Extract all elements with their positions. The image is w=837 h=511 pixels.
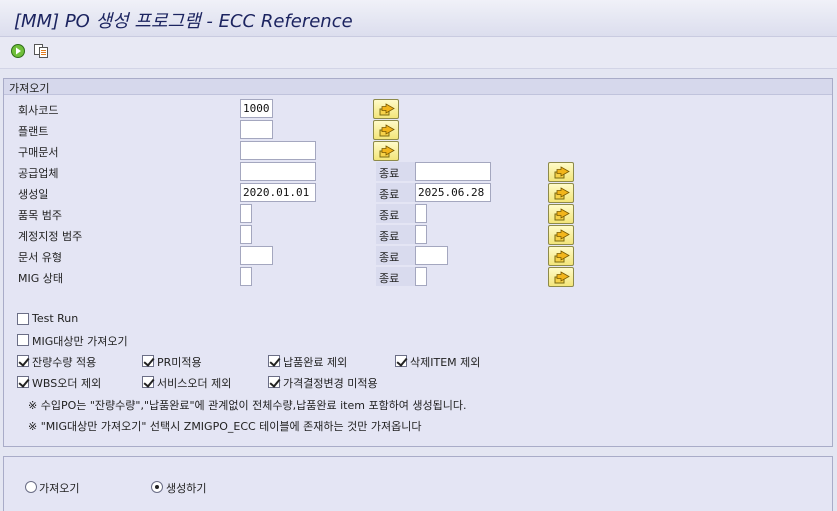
- remaining-qty-checkbox[interactable]: [17, 355, 29, 367]
- application-toolbar: [0, 37, 837, 69]
- mig-status-from-field[interactable]: [240, 267, 252, 286]
- create-radio[interactable]: [151, 481, 163, 493]
- field-label: 문서 유형: [18, 251, 62, 264]
- variant-icon[interactable]: [33, 43, 51, 61]
- exclude-delivered-checkbox[interactable]: [268, 355, 280, 367]
- document-type-from-field[interactable]: [240, 246, 273, 265]
- row-account-assignment: 계정지정 범주 종료: [4, 225, 832, 245]
- multiple-selection-button[interactable]: [373, 120, 399, 140]
- exclude-service-order-label: 서비스오더 제외: [157, 377, 232, 390]
- row-company-code: 회사코드 1000: [4, 99, 832, 119]
- test-run-label: Test Run: [32, 312, 79, 325]
- created-on-to-field[interactable]: 2025.06.28: [415, 183, 491, 202]
- vendor-to-field[interactable]: [415, 162, 491, 181]
- field-label: 구매문서: [18, 146, 59, 159]
- field-label: MIG 상태: [18, 272, 63, 285]
- mig-only-label: MIG대상만 가져오기: [32, 335, 128, 348]
- remaining-qty-label: 잔량수량 적용: [32, 356, 97, 369]
- row-document-type: 문서 유형 종료: [4, 246, 832, 266]
- fetch-radio[interactable]: [25, 481, 37, 493]
- selection-group: 가져오기 회사코드 1000 플랜트 구매문서 공급업체 종료 생성일 2020…: [3, 78, 833, 447]
- exclude-deleted-item-checkbox[interactable]: [395, 355, 407, 367]
- note-mig-only: ※ "MIG대상만 가져오기" 선택시 ZMIGPO_ECC 테이블에 존재하는…: [28, 420, 422, 433]
- create-radio-label: 생성하기: [166, 482, 207, 495]
- vendor-from-field[interactable]: [240, 162, 316, 181]
- row-plant: 플랜트: [4, 120, 832, 140]
- row-vendor: 공급업체 종료: [4, 162, 832, 182]
- exclude-wbs-order-label: WBS오더 제외: [32, 377, 102, 390]
- multiple-selection-button[interactable]: [548, 246, 574, 266]
- price-change-not-applied-label: 가격결정변경 미적용: [283, 377, 378, 390]
- to-label: 종료: [376, 183, 416, 202]
- multiple-selection-button[interactable]: [548, 162, 574, 182]
- purchasing-document-field[interactable]: [240, 141, 316, 160]
- row-mig-status: MIG 상태 종료: [4, 267, 832, 287]
- multiple-selection-button[interactable]: [548, 204, 574, 224]
- to-label: 종료: [376, 246, 416, 265]
- field-label: 회사코드: [18, 104, 59, 117]
- multiple-selection-button[interactable]: [548, 225, 574, 245]
- multiple-selection-button[interactable]: [548, 183, 574, 203]
- row-created-on: 생성일 2020.01.01 종료 2025.06.28: [4, 183, 832, 203]
- to-label: 종료: [376, 267, 416, 286]
- field-label: 품목 범주: [18, 209, 62, 222]
- multiple-selection-button[interactable]: [373, 141, 399, 161]
- field-label: 생성일: [18, 188, 49, 201]
- multiple-selection-button[interactable]: [373, 99, 399, 119]
- exclude-service-order-checkbox[interactable]: [142, 376, 154, 388]
- company-code-field[interactable]: 1000: [240, 99, 273, 118]
- item-category-to-field[interactable]: [415, 204, 427, 223]
- page-title: [MM] PO 생성 프로그램 - ECC Reference: [14, 11, 353, 32]
- mig-only-checkbox[interactable]: [17, 334, 29, 346]
- item-category-from-field[interactable]: [240, 204, 252, 223]
- title-bar: [MM] PO 생성 프로그램 - ECC Reference: [0, 0, 837, 37]
- multiple-selection-button[interactable]: [548, 267, 574, 287]
- plant-field[interactable]: [240, 120, 273, 139]
- row-purchasing-document: 구매문서: [4, 141, 832, 161]
- group-title: 가져오기: [9, 82, 50, 95]
- field-label: 플랜트: [18, 125, 49, 138]
- mig-status-to-field[interactable]: [415, 267, 427, 286]
- to-label: 종료: [376, 225, 416, 244]
- account-assignment-from-field[interactable]: [240, 225, 252, 244]
- document-type-to-field[interactable]: [415, 246, 448, 265]
- note-import-po: ※ 수입PO는 "잔량수량","납품완료"에 관계없이 전체수량,납품완료 it…: [28, 399, 467, 412]
- field-label: 공급업체: [18, 167, 59, 180]
- pr-not-applied-checkbox[interactable]: [142, 355, 154, 367]
- to-label: 종료: [376, 162, 416, 181]
- group-header: 가져오기: [4, 79, 832, 95]
- field-label: 계정지정 범주: [18, 230, 83, 243]
- exclude-wbs-order-checkbox[interactable]: [17, 376, 29, 388]
- mode-radio-group: 가져오기 생성하기: [3, 456, 833, 511]
- to-label: 종료: [376, 204, 416, 223]
- account-assignment-to-field[interactable]: [415, 225, 427, 244]
- fetch-radio-label: 가져오기: [39, 482, 80, 495]
- row-item-category: 품목 범주 종료: [4, 204, 832, 224]
- exclude-delivered-label: 납품완료 제외: [283, 356, 348, 369]
- price-change-not-applied-checkbox[interactable]: [268, 376, 280, 388]
- pr-not-applied-label: PR미적용: [157, 356, 202, 369]
- execute-icon[interactable]: [10, 43, 28, 61]
- created-on-from-field[interactable]: 2020.01.01: [240, 183, 316, 202]
- test-run-checkbox[interactable]: [17, 313, 29, 325]
- exclude-deleted-item-label: 삭제ITEM 제외: [410, 356, 481, 369]
